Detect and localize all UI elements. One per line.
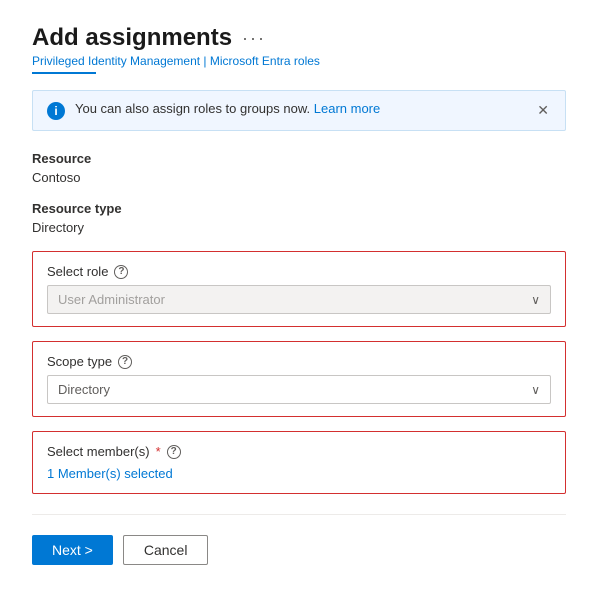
resource-value: Contoso [32, 170, 566, 185]
ellipsis-menu-icon[interactable]: ··· [242, 28, 266, 49]
scope-type-label: Scope type [47, 354, 112, 369]
scope-type-help-icon[interactable]: ? [118, 355, 132, 369]
button-row: Next > Cancel [32, 535, 566, 565]
select-role-dropdown[interactable]: User Administrator ∨ [47, 285, 551, 314]
resource-type-label: Resource type [32, 201, 566, 216]
scope-type-value: Directory [58, 382, 110, 397]
resource-field: Resource Contoso [32, 151, 566, 185]
select-role-help-icon[interactable]: ? [114, 265, 128, 279]
scope-type-chevron-icon: ∨ [531, 383, 540, 397]
required-star: * [156, 444, 161, 459]
select-members-label: Select member(s) [47, 444, 150, 459]
cancel-button[interactable]: Cancel [123, 535, 209, 565]
breadcrumb: Privileged Identity Management | Microso… [32, 54, 566, 68]
select-role-label: Select role [47, 264, 108, 279]
select-role-section: Select role ? User Administrator ∨ [32, 251, 566, 327]
title-underline [32, 72, 96, 74]
select-members-section: Select member(s) * ? 1 Member(s) selecte… [32, 431, 566, 494]
learn-more-link[interactable]: Learn more [314, 101, 380, 116]
info-icon: i [47, 102, 65, 120]
next-button[interactable]: Next > [32, 535, 113, 565]
select-role-chevron-icon: ∨ [531, 293, 540, 307]
page-title: Add assignments [32, 24, 232, 52]
info-banner: i You can also assign roles to groups no… [32, 90, 566, 131]
close-icon[interactable]: ✕ [535, 101, 551, 119]
select-role-placeholder: User Administrator [58, 292, 165, 307]
footer-divider [32, 514, 566, 515]
resource-type-value: Directory [32, 220, 566, 235]
info-banner-text: You can also assign roles to groups now.… [75, 101, 380, 116]
resource-label: Resource [32, 151, 566, 166]
scope-type-dropdown[interactable]: Directory ∨ [47, 375, 551, 404]
members-selected-link[interactable]: 1 Member(s) selected [47, 466, 173, 481]
scope-type-section: Scope type ? Directory ∨ [32, 341, 566, 417]
select-members-help-icon[interactable]: ? [167, 445, 181, 459]
resource-type-field: Resource type Directory [32, 201, 566, 235]
